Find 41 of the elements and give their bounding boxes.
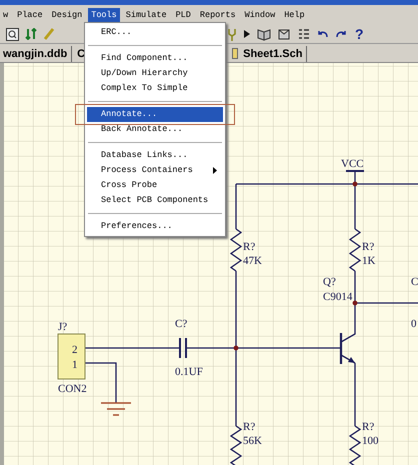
menu-item[interactable]: Design	[48, 8, 86, 22]
designator-label: R?	[362, 421, 374, 433]
pin-number: 2	[72, 344, 78, 356]
value-label: C9014	[323, 291, 352, 303]
value-label: CON2	[58, 383, 87, 395]
net-label: VCC	[341, 158, 364, 170]
menu-item[interactable]: Window	[242, 8, 278, 22]
menu-item[interactable]: Database Links...	[87, 148, 223, 163]
menu-item[interactable]: Cross Probe	[87, 178, 223, 193]
menu-item[interactable]: Help	[281, 8, 308, 22]
menu-item[interactable]: Annotate...	[87, 107, 223, 122]
help-button[interactable]: ?	[353, 26, 366, 42]
value-label: 47K	[243, 255, 262, 267]
document-tab[interactable]: wangjin.ddb	[0, 46, 72, 62]
value-label: 0	[411, 318, 416, 330]
designator-label: R?	[243, 421, 256, 433]
menu-item[interactable]: PLD	[172, 8, 194, 22]
menu-item[interactable]: Up/Down Hierarchy	[87, 66, 223, 81]
menu-item[interactable]: Complex To Simple	[87, 81, 223, 96]
menu-item[interactable]: Tools	[88, 8, 120, 22]
menu-item[interactable]: Select PCB Components	[87, 193, 223, 208]
menu-item[interactable]: Simulate	[122, 8, 170, 22]
menu-item[interactable]: Back Annotate...	[87, 122, 223, 137]
designator-label: R?	[243, 241, 256, 253]
designator-label: Q?	[323, 276, 336, 288]
menu-item[interactable]: ERC...	[87, 25, 223, 40]
designator-label: C?	[175, 318, 188, 330]
designator-label: R?	[362, 241, 374, 253]
value-label: 56K	[243, 435, 262, 447]
menu-item[interactable]: Preferences...	[87, 219, 223, 234]
menu-item[interactable]: Process Containers	[87, 163, 223, 178]
menu-item[interactable]: Reports	[196, 8, 239, 22]
value-label: 0.1UF	[175, 366, 203, 378]
menu-item[interactable]: w	[0, 8, 12, 22]
designator-label: J?	[58, 321, 68, 333]
pin-number: 1	[72, 359, 78, 371]
value-label: 1K	[362, 255, 376, 267]
value-label: 100	[362, 435, 378, 447]
designator-label: C	[411, 276, 418, 288]
menu-item[interactable]: Place	[14, 8, 46, 22]
document-tab[interactable]: Sheet1.Sch	[240, 46, 308, 62]
